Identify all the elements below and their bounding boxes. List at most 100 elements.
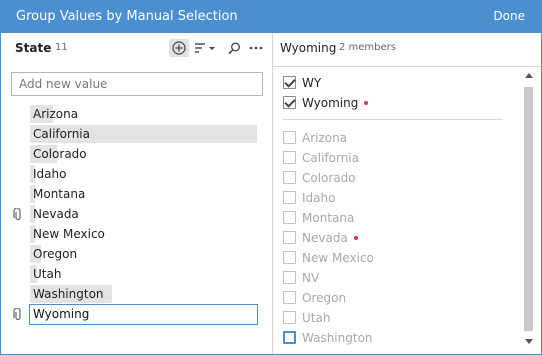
member-label: California	[302, 151, 359, 165]
member-text: Idaho	[302, 191, 336, 205]
member-label: New Mexico	[302, 251, 374, 265]
value-row[interactable]: Montana	[1, 184, 273, 204]
member-text: Oregon	[302, 291, 347, 305]
member-checkbox[interactable]	[283, 271, 296, 284]
scroll-thumb[interactable]	[524, 87, 533, 331]
candidate-row[interactable]: Utah	[273, 308, 523, 328]
member-checkbox[interactable]	[283, 96, 296, 109]
value-row[interactable]: Wyoming	[1, 304, 273, 325]
candidate-row[interactable]: Arizona	[273, 128, 523, 148]
member-text: Utah	[302, 311, 331, 325]
member-label: Oregon	[302, 291, 346, 305]
candidate-row[interactable]: Idaho	[273, 188, 523, 208]
value-label: Nevada	[33, 207, 79, 221]
member-label: Idaho	[302, 191, 335, 205]
done-button[interactable]: Done	[493, 9, 525, 23]
value-label: Arizona	[33, 107, 79, 121]
value-row[interactable]: Arizona	[1, 104, 273, 124]
member-label: WY	[302, 76, 321, 90]
member-checkbox[interactable]	[283, 151, 296, 164]
group-values-dialog: Group Values by Manual Selection Done St…	[0, 0, 542, 355]
scroll-up-icon[interactable]	[525, 73, 533, 78]
value-row[interactable]: Oregon	[1, 244, 273, 264]
member-text: Arizona	[302, 131, 348, 145]
candidate-row[interactable]: NV	[273, 268, 523, 288]
more-options-icon[interactable]	[247, 39, 265, 57]
member-checklist: WY Wyoming Arizona California Colorado Idaho M…	[273, 73, 523, 348]
member-checkbox[interactable]	[283, 171, 296, 184]
group-members-panel: Wyoming 2 members WY Wyoming Arizona Califo…	[273, 33, 541, 354]
member-text: WY	[302, 76, 322, 90]
member-checkbox[interactable]	[283, 311, 296, 324]
value-row[interactable]: Nevada	[1, 204, 273, 224]
value-label: Wyoming	[33, 307, 90, 321]
candidate-row[interactable]: Colorado	[273, 168, 523, 188]
member-label: Washington	[302, 331, 373, 345]
candidate-row[interactable]: Nevada	[273, 228, 523, 248]
value-row[interactable]: Colorado	[1, 144, 273, 164]
value-row[interactable]: Utah	[1, 264, 273, 284]
value-label: Idaho	[33, 167, 67, 181]
member-row[interactable]: Wyoming	[273, 93, 523, 113]
member-label: Utah	[302, 311, 330, 325]
value-row[interactable]: California	[1, 124, 273, 144]
grouped-clip-icon	[13, 207, 23, 221]
members-separator	[283, 119, 503, 120]
member-checkbox[interactable]	[283, 76, 296, 89]
grouped-clip-icon	[13, 307, 23, 321]
value-row[interactable]: Washington	[1, 284, 273, 304]
member-checkbox[interactable]	[283, 131, 296, 144]
member-label: Wyoming	[302, 96, 369, 110]
add-new-value-input[interactable]	[11, 72, 263, 96]
candidate-row[interactable]: New Mexico	[273, 248, 523, 268]
member-text: Montana	[302, 211, 355, 225]
member-text: New Mexico	[302, 251, 374, 265]
member-label: Montana	[302, 211, 354, 225]
member-checkbox[interactable]	[283, 231, 296, 244]
value-count: 11	[55, 42, 68, 53]
member-checkbox[interactable]	[283, 211, 296, 224]
member-checkbox[interactable]	[283, 251, 296, 264]
value-label: New Mexico	[33, 227, 105, 241]
member-text: Colorado	[302, 171, 356, 185]
member-label: NV	[302, 271, 319, 285]
values-panel: State 11 Arizona California Colorado Idaho M…	[1, 33, 273, 354]
dialog-title: Group Values by Manual Selection	[16, 9, 238, 24]
changed-indicator-icon	[353, 235, 358, 240]
search-icon[interactable]	[225, 39, 243, 57]
value-label: Colorado	[33, 147, 87, 161]
value-row[interactable]: Idaho	[1, 164, 273, 184]
member-label: Colorado	[302, 171, 356, 185]
member-text: NV	[302, 271, 320, 285]
field-name: State	[15, 41, 52, 55]
member-text: Nevada	[302, 231, 348, 245]
value-label: Washington	[33, 287, 104, 301]
member-text: California	[302, 151, 359, 165]
add-group-icon[interactable]	[169, 39, 189, 57]
value-label: Utah	[33, 267, 62, 281]
candidate-row[interactable]: California	[273, 148, 523, 168]
member-text: Wyoming	[302, 96, 359, 110]
value-label: California	[33, 127, 90, 141]
member-label: Arizona	[302, 131, 347, 145]
candidate-row[interactable]: Montana	[273, 208, 523, 228]
member-label: Nevada	[302, 231, 358, 245]
scroll-track[interactable]	[524, 85, 533, 333]
value-label: Oregon	[33, 247, 78, 261]
value-row[interactable]: New Mexico	[1, 224, 273, 244]
scroll-down-icon[interactable]	[525, 339, 533, 344]
member-count: 2 members	[339, 42, 396, 53]
member-checkbox[interactable]	[283, 331, 296, 344]
member-checkbox[interactable]	[283, 291, 296, 304]
member-checkbox[interactable]	[283, 191, 296, 204]
header-divider	[273, 66, 541, 67]
member-text: Washington	[302, 331, 373, 345]
value-list: Arizona California Colorado Idaho Montana Nev…	[1, 104, 273, 325]
candidate-row[interactable]: Oregon	[273, 288, 523, 308]
value-label: Montana	[33, 187, 86, 201]
group-name: Wyoming	[280, 41, 337, 55]
member-row[interactable]: WY	[273, 73, 523, 93]
candidate-row[interactable]: Washington	[273, 328, 523, 348]
member-scrollbar[interactable]	[523, 73, 535, 348]
sort-icon[interactable]	[193, 39, 217, 57]
